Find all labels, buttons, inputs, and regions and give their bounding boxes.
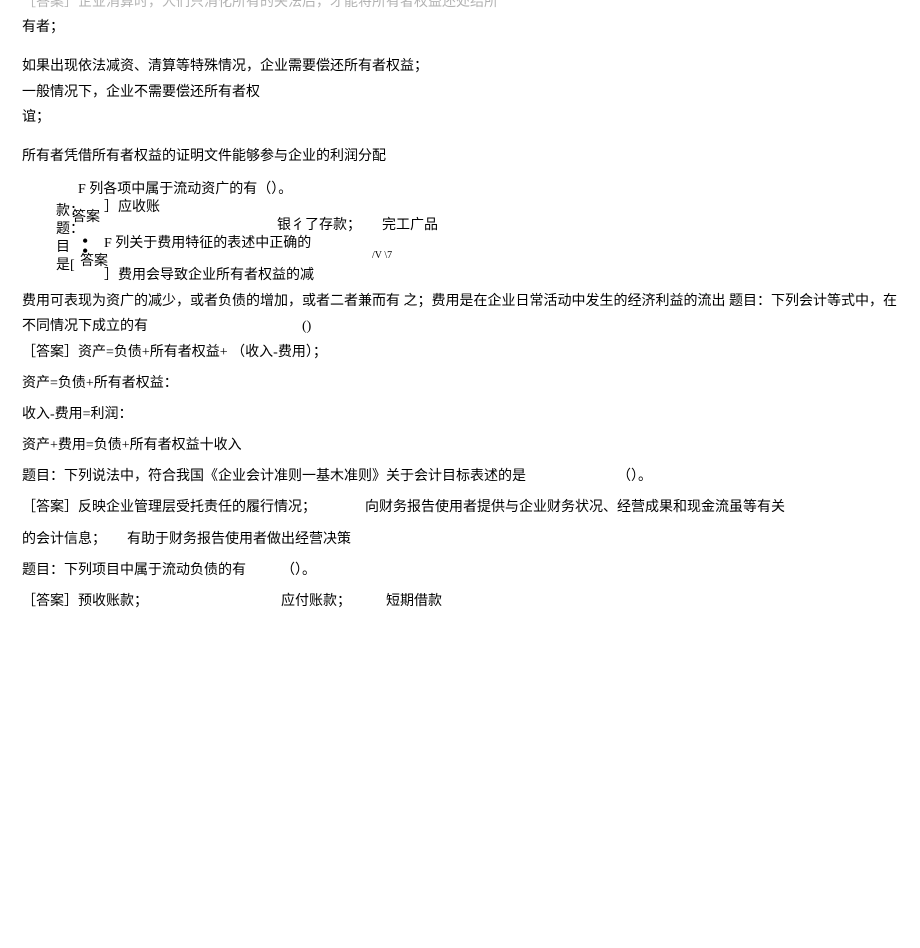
- text-line-12: ［答案］反映企业管理层受托责任的履行情况； 向财务报告使用者提供与企业财务状况、…: [22, 495, 898, 520]
- fragment-m: ］费用会导致企业所有者权益的减: [104, 263, 314, 288]
- text-line-15: ［答案］预收账款； 应付账款； 短期借款: [22, 589, 898, 614]
- text-line-5: 所有者凭借所有者权益的证明文件能够参与企业的利润分配: [22, 144, 898, 169]
- fragment-f: [: [70, 253, 75, 278]
- fragment-dot2: •: [82, 235, 88, 267]
- text-line-13: 的会计信息； 有助于财务报告使用者做出经营决策: [22, 527, 898, 552]
- fragmented-text-zone: F 列各项中属于流动资广的有（）。 款 题 目 是 [ 答案 答案 ： ： • …: [22, 177, 898, 277]
- text-line-14: 题目：下列项目中属于流动负债的有 （）。: [22, 558, 898, 583]
- text-line-10: 资产+费用=负债+所有者权益十收入: [22, 433, 898, 458]
- fragment-l: /V \7: [372, 247, 392, 265]
- text-line-8: 资产=负债+所有者权益：: [22, 371, 898, 396]
- text-line-9: 收入-费用=利润：: [22, 402, 898, 427]
- text-line-1: 有者；: [22, 15, 898, 40]
- text-line-4: 谊；: [22, 105, 898, 130]
- cutoff-text: ［答案］企业消算时，人们只消化所有的夹法后，才能将所有者权益还处结所: [22, 0, 898, 15]
- text-line-11: 题目：下列说法中，符合我国《企业会计准则一基木准则》关于会计目标表述的是 （）。: [22, 464, 898, 489]
- text-line-3: 一般情况下，企业不需要偿还所有者权: [22, 80, 898, 105]
- text-line-7: ［答案］资产=负债+所有者权益+ （收入-费用）；: [22, 340, 898, 365]
- fragment-e: 是: [56, 253, 70, 278]
- text-line-2: 如果出现依法减资、清算等特殊情况，企业需要偿还所有者权益；: [22, 54, 898, 79]
- text-line-6: 费用可表现为资广的减少，或者负债的增加，或者二者兼而有 之；费用是在企业日常活动…: [22, 289, 898, 339]
- fragment-i: ］应收账: [104, 195, 160, 220]
- fragment-k: F 列关于费用特征的表述中正确的: [104, 231, 311, 256]
